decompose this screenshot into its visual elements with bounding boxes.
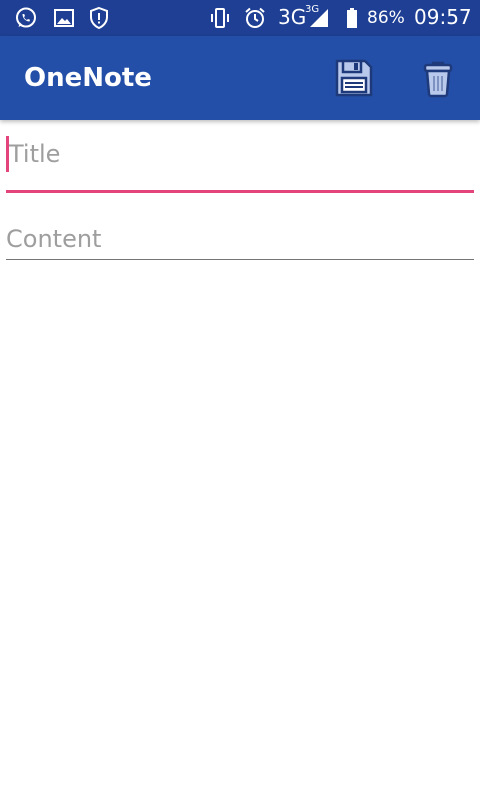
status-bar: 3G 3G 86% 09:57 [0,0,480,36]
title-underline [6,190,474,193]
title-field-container [6,134,477,194]
delete-button[interactable] [418,58,458,98]
whatsapp-icon [16,7,36,28]
content-underline [6,259,474,260]
text-cursor [6,136,9,172]
content-field-container [6,222,474,262]
app-title: OneNote [24,63,152,93]
content-input[interactable] [6,222,474,256]
shield-alert-icon [90,6,108,30]
gallery-icon [54,9,74,27]
battery-icon [347,8,357,28]
delete-icon [423,61,453,98]
battery-percent: 86% [367,8,405,28]
save-button[interactable] [334,58,374,98]
alarm-icon [245,7,265,28]
network-type-label: 3G [278,5,307,29]
save-icon [335,59,373,97]
title-input[interactable] [6,134,477,174]
vibrate-icon [211,8,229,28]
signal-icon [310,9,328,27]
app-bar: OneNote [0,36,480,120]
clock: 09:57 [414,5,472,29]
